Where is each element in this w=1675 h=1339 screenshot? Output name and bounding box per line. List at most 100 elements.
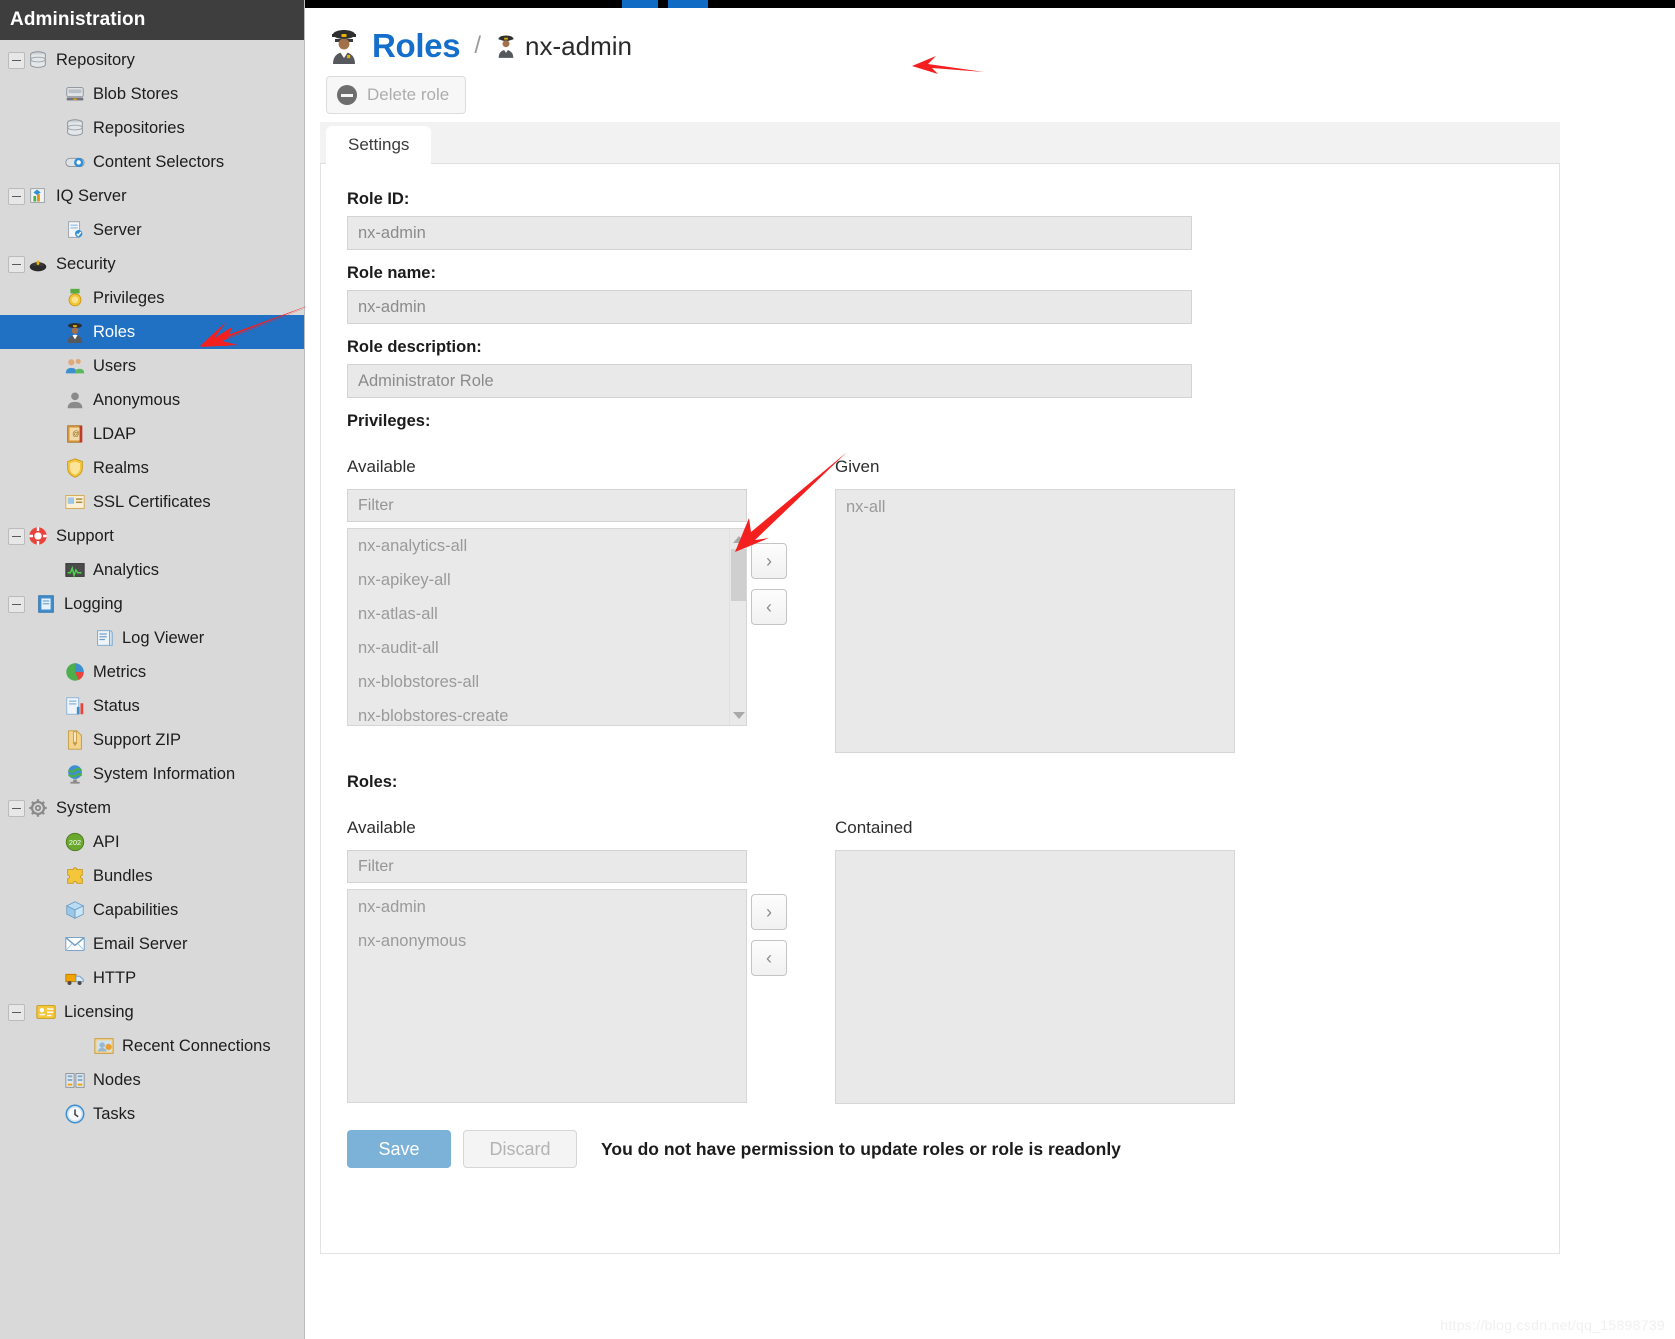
- sidebar-item-label: Support: [56, 526, 114, 545]
- sidebar-item-server[interactable]: Server: [0, 213, 304, 247]
- privilege-list-item[interactable]: nx-audit-all: [348, 631, 746, 665]
- sidebar-item-label: HTTP: [93, 968, 137, 987]
- privilege-list-item[interactable]: nx-blobstores-all: [348, 665, 746, 699]
- scrollbar-thumb[interactable]: [731, 549, 746, 601]
- sidebar-item-label: Realms: [93, 458, 149, 477]
- permission-message: You do not have permission to update rol…: [601, 1138, 1121, 1159]
- sidebar-item-licensing[interactable]: Licensing: [0, 995, 304, 1029]
- privilege-list-item[interactable]: nx-apikey-all: [348, 563, 746, 597]
- sidebar-item-http[interactable]: HTTP: [0, 961, 304, 995]
- sidebar-item-label: Recent Connections: [122, 1036, 271, 1055]
- sidebar-item-ldap[interactable]: @ LDAP: [0, 417, 304, 451]
- roles-available-title: Available: [347, 818, 416, 837]
- privileges-list-scrollbar[interactable]: [729, 529, 746, 725]
- sidebar-item-blob-stores[interactable]: Blob Stores: [0, 77, 304, 111]
- sidebar-item-ssl-certificates[interactable]: SSL Certificates: [0, 485, 304, 519]
- browser-tab-fragment-left: [622, 0, 658, 8]
- delete-role-label: Delete role: [367, 85, 450, 104]
- roles-filter-input[interactable]: Filter: [347, 850, 747, 883]
- privileges-remove-button[interactable]: ‹: [751, 589, 787, 625]
- sidebar-item-nodes[interactable]: Nodes: [0, 1063, 304, 1097]
- roles-remove-button[interactable]: ‹: [751, 940, 787, 976]
- collapse-toggle-icon[interactable]: [8, 1003, 25, 1021]
- role-list-item[interactable]: nx-anonymous: [348, 924, 746, 958]
- sidebar-item-support-zip[interactable]: Support ZIP: [0, 723, 304, 757]
- watermark: https://blog.csdn.net/qq_15898739: [1440, 1317, 1665, 1333]
- sidebar-item-support[interactable]: Support: [0, 519, 304, 553]
- sidebar-item-realms[interactable]: Realms: [0, 451, 304, 485]
- sidebar-item-roles[interactable]: Roles: [0, 315, 304, 349]
- collapse-toggle-icon[interactable]: [8, 255, 25, 273]
- privileges-available-title: Available: [347, 457, 416, 476]
- sidebar-item-metrics[interactable]: Metrics: [0, 655, 304, 689]
- sidebar-item-log-viewer[interactable]: Log Viewer: [0, 621, 304, 655]
- sidebar-item-status[interactable]: Status: [0, 689, 304, 723]
- roles-section-label: Roles:: [347, 773, 398, 791]
- truck-icon: [64, 967, 86, 989]
- sidebar-item-capabilities[interactable]: Capabilities: [0, 893, 304, 927]
- collapse-toggle-icon[interactable]: [8, 187, 25, 205]
- privileges-filter-input[interactable]: Filter: [347, 489, 747, 522]
- sidebar-item-iq-server[interactable]: IQ Server: [0, 179, 304, 213]
- form-footer: Save Discard You do not have permission …: [347, 1130, 1559, 1190]
- tab-settings[interactable]: Settings: [326, 126, 432, 164]
- nodes-icon: [64, 1069, 86, 1091]
- medal-icon: [64, 287, 86, 309]
- license-card-icon: [35, 1001, 57, 1023]
- privilege-list-item[interactable]: nx-blobstores-create: [348, 699, 746, 725]
- scroll-up-arrow-icon[interactable]: [730, 531, 746, 547]
- collapse-toggle-icon[interactable]: [8, 595, 25, 613]
- database-icon: [27, 49, 49, 71]
- roles-contained-list[interactable]: [835, 850, 1235, 1104]
- breadcrumb-current: nx-admin: [525, 30, 632, 61]
- sidebar-item-users[interactable]: Users: [0, 349, 304, 383]
- role-list-item[interactable]: nx-admin: [348, 890, 746, 924]
- sidebar-item-label: Metrics: [93, 662, 147, 681]
- page-title: Roles: [372, 27, 461, 64]
- sidebar-item-tasks[interactable]: Tasks: [0, 1097, 304, 1131]
- blob-store-icon: [64, 83, 86, 105]
- collapse-toggle-icon[interactable]: [8, 799, 25, 817]
- sidebar-item-privileges[interactable]: Privileges: [0, 281, 304, 315]
- role-id-input[interactable]: nx-admin: [347, 216, 1192, 250]
- sidebar-item-repository[interactable]: Repository: [0, 43, 304, 77]
- sidebar-item-system-information[interactable]: System Information: [0, 757, 304, 791]
- collapse-toggle-icon[interactable]: [8, 51, 25, 69]
- privilege-given-item[interactable]: nx-all: [836, 490, 1234, 524]
- privilege-list-item[interactable]: nx-atlas-all: [348, 597, 746, 631]
- delete-role-button[interactable]: Delete role: [326, 76, 467, 114]
- sidebar-item-security[interactable]: Security: [0, 247, 304, 281]
- scroll-down-arrow-icon[interactable]: [730, 707, 746, 723]
- globe-icon: [64, 763, 86, 785]
- sidebar-item-system[interactable]: System: [0, 791, 304, 825]
- sidebar-item-label: Analytics: [93, 560, 160, 579]
- sidebar-item-repositories[interactable]: Repositories: [0, 111, 304, 145]
- sidebar-item-api[interactable]: 202 API: [0, 825, 304, 859]
- role-name-label: Role name:: [347, 264, 436, 282]
- zip-file-icon: [64, 729, 86, 751]
- recent-connection-icon: [93, 1035, 115, 1057]
- privileges-given-list[interactable]: nx-all: [835, 489, 1235, 753]
- sidebar-item-content-selectors[interactable]: Content Selectors: [0, 145, 304, 179]
- sidebar-item-anonymous[interactable]: Anonymous: [0, 383, 304, 417]
- sidebar-item-label: Privileges: [93, 288, 165, 307]
- privileges-available-list[interactable]: nx-analytics-all nx-apikey-all nx-atlas-al…: [347, 528, 747, 726]
- discard-button[interactable]: Discard: [463, 1130, 577, 1168]
- sidebar-item-logging[interactable]: Logging: [0, 587, 304, 621]
- sidebar-item-recent-connections[interactable]: Recent Connections: [0, 1029, 304, 1063]
- roles-add-button[interactable]: ›: [751, 894, 787, 930]
- sidebar-item-analytics[interactable]: Analytics: [0, 553, 304, 587]
- roles-available-list[interactable]: nx-admin nx-anonymous: [347, 889, 747, 1103]
- sidebar-item-label: Nodes: [93, 1070, 141, 1089]
- role-description-input[interactable]: Administrator Role: [347, 364, 1192, 398]
- privilege-list-item[interactable]: nx-analytics-all: [348, 529, 746, 563]
- privileges-add-button[interactable]: ›: [751, 543, 787, 579]
- role-name-input[interactable]: nx-admin: [347, 290, 1192, 324]
- save-button[interactable]: Save: [347, 1130, 451, 1168]
- collapse-toggle-icon[interactable]: [8, 527, 25, 545]
- sidebar-item-label: Blob Stores: [93, 84, 179, 103]
- breadcrumb: Roles / nx-admin: [306, 8, 1675, 70]
- main-content: Roles / nx-admin Delete role Settings Ro…: [306, 8, 1675, 1339]
- sidebar-item-email-server[interactable]: Email Server: [0, 927, 304, 961]
- sidebar-item-bundles[interactable]: Bundles: [0, 859, 304, 893]
